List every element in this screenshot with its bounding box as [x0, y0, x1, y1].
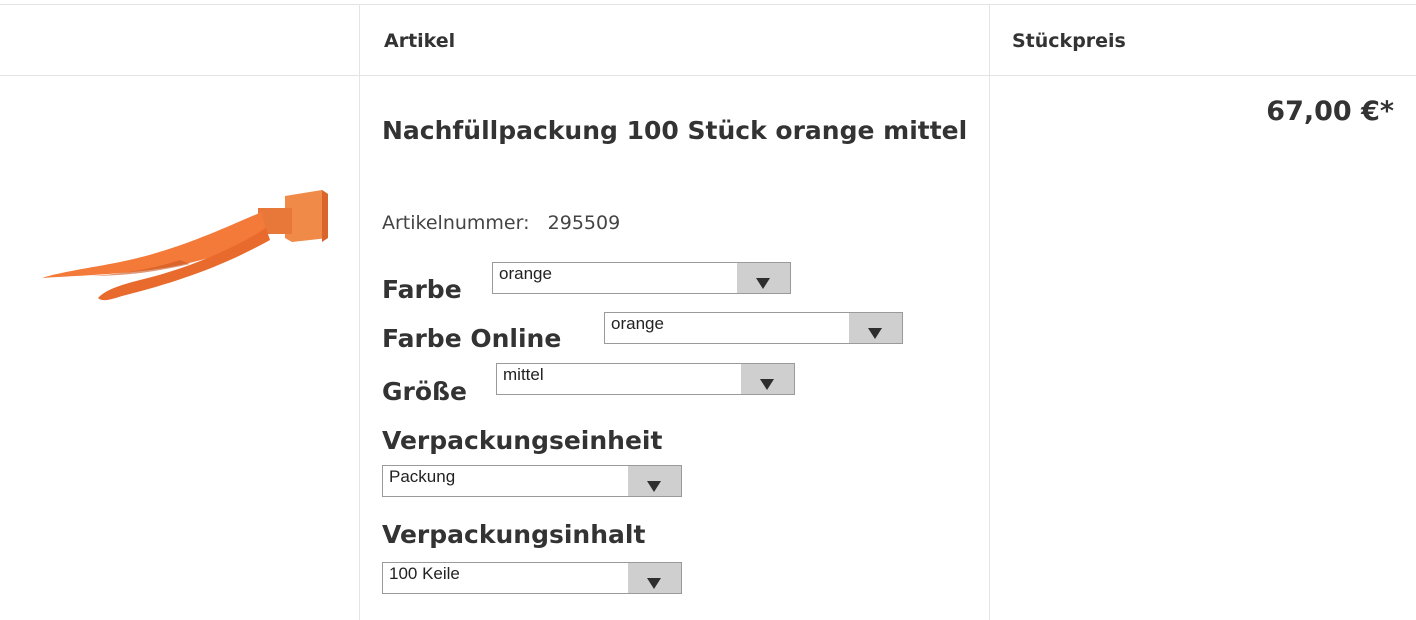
farbe-select-value: orange	[499, 264, 552, 283]
article-number-value: 295509	[547, 212, 621, 234]
chevron-down-icon	[647, 578, 661, 589]
groesse-select-value: mittel	[503, 365, 544, 384]
product-title[interactable]: Nachfüllpackung 100 Stück orange mittel	[382, 104, 982, 158]
option-label-farbe-online: Farbe Online	[382, 324, 562, 353]
farbe-select-toggle[interactable]	[737, 263, 790, 293]
farbe-select[interactable]: orange	[492, 262, 791, 294]
groesse-select-toggle[interactable]	[741, 364, 794, 394]
chevron-down-icon	[647, 481, 661, 492]
cart-table: Artikel Stückpreis Nachfüllpackung 100 S…	[0, 0, 1416, 620]
article-number: Artikelnummer: 295509	[382, 212, 620, 234]
verpackungseinheit-select-value: Packung	[389, 467, 456, 486]
chevron-down-icon	[760, 379, 774, 390]
verpackungsinhalt-select[interactable]: 100 Keile	[382, 562, 682, 594]
header-article: Artikel	[384, 30, 456, 52]
table-top-border	[0, 4, 1416, 5]
article-number-label: Artikelnummer:	[382, 212, 530, 234]
verpackungsinhalt-select-toggle[interactable]	[628, 563, 681, 593]
chevron-down-icon	[868, 328, 882, 339]
option-label-groesse: Größe	[382, 377, 467, 406]
verpackungsinhalt-select-value: 100 Keile	[389, 564, 460, 583]
farbe-online-select-value: orange	[611, 314, 664, 333]
farbe-online-select[interactable]: orange	[604, 312, 903, 344]
groesse-select[interactable]: mittel	[496, 363, 795, 395]
option-label-verpackungseinheit: Verpackungseinheit	[382, 426, 663, 455]
farbe-online-select-toggle[interactable]	[849, 313, 902, 343]
chevron-down-icon	[756, 278, 770, 289]
verpackungseinheit-select-toggle[interactable]	[628, 466, 681, 496]
orange-wedge-image[interactable]	[30, 180, 350, 320]
column-divider-2	[989, 4, 990, 620]
header-unit-price: Stückpreis	[1012, 30, 1126, 52]
option-label-farbe: Farbe	[382, 275, 462, 304]
column-divider-1	[359, 4, 360, 620]
verpackungseinheit-select[interactable]: Packung	[382, 465, 682, 497]
header-bottom-border	[0, 75, 1416, 76]
option-label-verpackungsinhalt: Verpackungsinhalt	[382, 520, 646, 549]
unit-price: 67,00 €*	[1266, 96, 1394, 127]
